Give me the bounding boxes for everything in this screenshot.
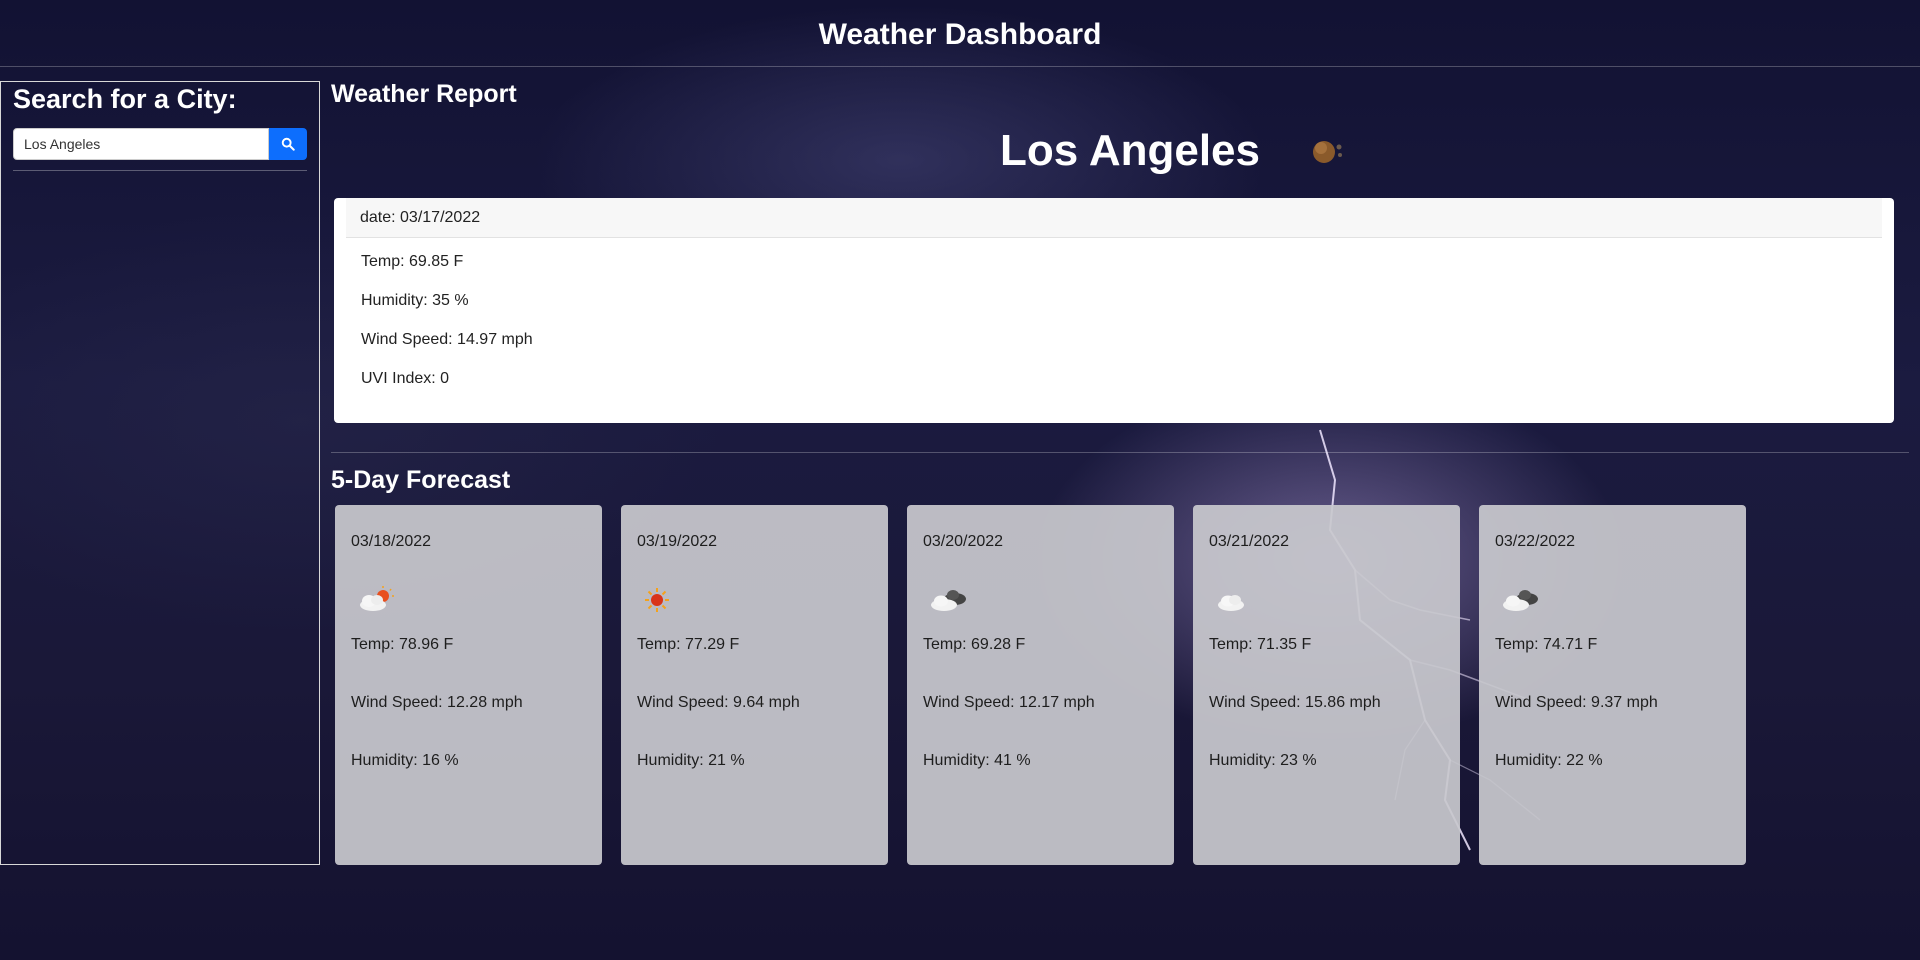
forecast-temp: Temp: 74.71 F xyxy=(1495,636,1598,653)
forecast-humidity: Humidity: 41 % xyxy=(923,752,1031,769)
broken-clouds-icon xyxy=(931,590,966,611)
city-name: Los Angeles xyxy=(1000,126,1260,175)
current-wind-speed: Wind Speed: 14.97 mph xyxy=(361,331,533,348)
city-search-input[interactable] xyxy=(13,128,269,160)
app-header: Weather Dashboard xyxy=(0,0,1920,67)
partly-cloudy-sun-icon xyxy=(360,586,394,611)
forecast-wind-speed: Wind Speed: 12.17 mph xyxy=(923,694,1095,711)
forecast-card: 03/18/2022 Temp: 78.96 F Wind Speed: 12.… xyxy=(335,505,602,865)
forecast-humidity: Humidity: 16 % xyxy=(351,752,459,769)
current-uvi: UVI Index: 0 xyxy=(361,370,450,387)
forecast-card: 03/19/2022 Temp: 77.29 F Wind Speed: 9.6… xyxy=(621,505,888,865)
forecast-humidity: Humidity: 23 % xyxy=(1209,752,1317,769)
forecast-heading: 5-Day Forecast xyxy=(331,466,511,494)
forecast-wind-speed: Wind Speed: 9.64 mph xyxy=(637,694,800,711)
current-humidity: Humidity: 35 % xyxy=(361,292,469,309)
search-sidebar: Search for a City: xyxy=(0,81,320,865)
forecast-temp: Temp: 78.96 F xyxy=(351,636,454,653)
forecast-date: 03/18/2022 xyxy=(351,533,432,550)
sidebar-divider xyxy=(13,170,307,171)
forecast-wind-speed: Wind Speed: 9.37 mph xyxy=(1495,694,1658,711)
app-title: Weather Dashboard xyxy=(818,18,1102,51)
search-bar xyxy=(13,128,307,160)
forecast-date: 03/22/2022 xyxy=(1495,533,1576,550)
current-weather-body: Temp: 69.85 F Humidity: 35 % Wind Speed:… xyxy=(334,238,1894,388)
forecast-temp: Temp: 77.29 F xyxy=(637,636,740,653)
forecast-wind-speed: Wind Speed: 15.86 mph xyxy=(1209,694,1381,711)
forecast-card: 03/21/2022 Temp: 71.35 F Wind Speed: 15.… xyxy=(1193,505,1460,865)
forecast-temp: Temp: 71.35 F xyxy=(1209,636,1312,653)
weather-report-heading: Weather Report xyxy=(331,80,517,108)
current-date: date: 03/17/2022 xyxy=(346,198,1882,238)
forecast-temp: Temp: 69.28 F xyxy=(923,636,1026,653)
section-divider xyxy=(331,452,1909,453)
forecast-date: 03/20/2022 xyxy=(923,533,1004,550)
search-icon xyxy=(281,137,295,151)
moon-clouds-icon xyxy=(1313,141,1342,163)
forecast-date: 03/19/2022 xyxy=(637,533,718,550)
search-button[interactable] xyxy=(269,128,307,160)
broken-clouds-icon xyxy=(1503,590,1538,611)
forecast-humidity: Humidity: 21 % xyxy=(637,752,745,769)
forecast-humidity: Humidity: 22 % xyxy=(1495,752,1603,769)
forecast-card: 03/20/2022 Temp: 69.28 F Wind Speed: 12.… xyxy=(907,505,1174,865)
sun-icon xyxy=(645,588,669,612)
forecast-wind-speed: Wind Speed: 12.28 mph xyxy=(351,694,523,711)
current-temp: Temp: 69.85 F xyxy=(361,253,464,270)
current-weather-card: date: 03/17/2022 Temp: 69.85 F Humidity:… xyxy=(334,198,1894,423)
cloud-icon xyxy=(1218,595,1244,611)
search-title: Search for a City: xyxy=(13,84,237,114)
forecast-card: 03/22/2022 Temp: 74.71 F Wind Speed: 9.3… xyxy=(1479,505,1746,865)
forecast-date: 03/21/2022 xyxy=(1209,533,1290,550)
